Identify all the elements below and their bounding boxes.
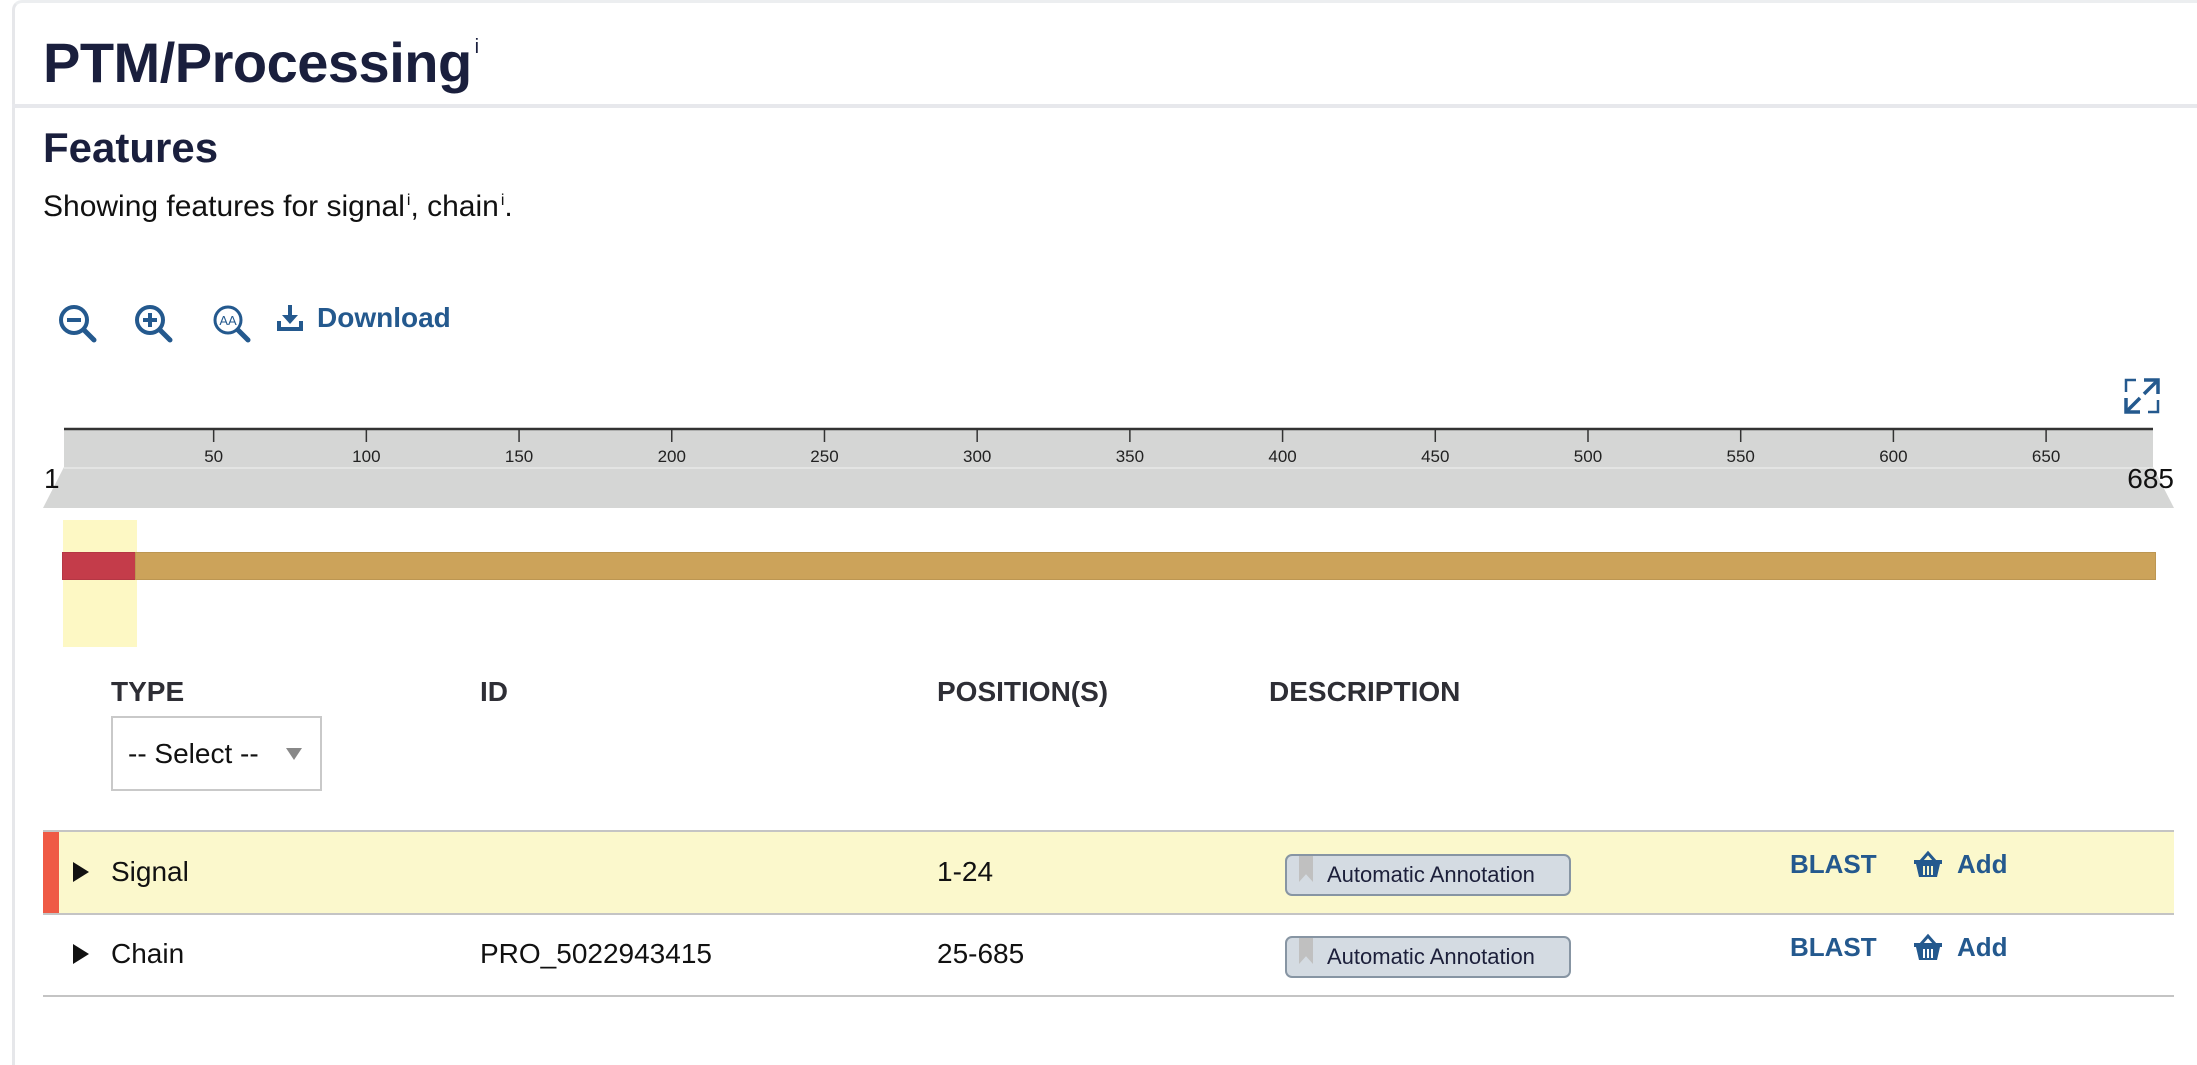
header-positions: POSITION(S): [937, 676, 1109, 707]
ruler-tick-label: 250: [810, 447, 838, 466]
basket-icon[interactable]: [1913, 850, 1943, 878]
feature-bar-chain[interactable]: [135, 552, 2156, 580]
ruler-tick-label: 150: [505, 447, 533, 466]
evidence-badge[interactable]: Automatic Annotation: [1285, 936, 1571, 978]
feature-link-chain[interactable]: chain: [427, 190, 499, 223]
table-row[interactable]: Chain PRO_5022943415 25-685 Automatic An…: [43, 915, 2174, 997]
zoom-sequence-icon[interactable]: AA: [210, 302, 254, 346]
fullscreen-icon[interactable]: [2122, 376, 2162, 416]
ruler-tick-label: 400: [1268, 447, 1296, 466]
ruler-tick-label: 550: [1727, 447, 1755, 466]
ruler-tick-label: 600: [1879, 447, 1907, 466]
feature-id: PRO_5022943415: [480, 938, 712, 969]
feature-positions: 1-24: [937, 856, 994, 887]
svg-text:AA: AA: [219, 313, 237, 328]
ruler-start-label: 1: [44, 463, 60, 494]
zoom-in-icon[interactable]: [132, 302, 176, 346]
add-to-basket-link[interactable]: Add: [1957, 849, 2008, 880]
header-description: DESCRIPTION: [1269, 676, 1461, 707]
ruler-tick-label: 350: [1116, 447, 1144, 466]
expand-row-icon[interactable]: [73, 862, 89, 882]
bookmark-icon: [1299, 856, 1313, 882]
header-id: ID: [480, 676, 508, 707]
zoom-window: [43, 467, 2174, 508]
bookmark-icon: [1299, 938, 1313, 964]
ruler-tick-label: 450: [1421, 447, 1449, 466]
table-row[interactable]: Signal 1-24 Automatic Annotation BLAST A…: [43, 830, 2174, 915]
ruler-tick-label: 200: [658, 447, 686, 466]
info-icon[interactable]: i: [475, 36, 479, 58]
divider: [12, 104, 2197, 108]
blast-link[interactable]: BLAST: [1790, 932, 1877, 963]
download-button[interactable]: Download: [275, 302, 451, 334]
type-filter-select[interactable]: -- Select --: [111, 716, 322, 791]
feature-bar-signal[interactable]: [62, 552, 138, 580]
features-description: Showing features for signal i, chain i.: [43, 190, 513, 223]
download-icon: [277, 305, 303, 331]
chevron-down-icon: [286, 748, 302, 760]
expand-row-icon[interactable]: [73, 944, 89, 964]
ruler-tick-label: 650: [2032, 447, 2060, 466]
info-icon[interactable]: i: [407, 192, 411, 209]
ruler-tick-label: 50: [204, 447, 223, 466]
row-highlight-marker: [43, 832, 59, 913]
ruler-tick-label: 500: [1574, 447, 1602, 466]
features-title: Features: [43, 124, 219, 171]
feature-type: Signal: [111, 856, 189, 887]
ruler-tick-label: 300: [963, 447, 991, 466]
header-type: TYPE: [111, 676, 185, 707]
ruler-tick-label: 100: [352, 447, 380, 466]
zoom-out-icon[interactable]: [56, 302, 100, 346]
sequence-ruler[interactable]: 50 100 150 200 250 300 350 400 450 500 550 600 650 1 6…: [0, 420, 2197, 520]
ruler-end-label: 685: [2127, 463, 2174, 494]
feature-positions: 25-685: [937, 938, 1025, 969]
evidence-badge[interactable]: Automatic Annotation: [1285, 854, 1571, 896]
info-icon[interactable]: i: [501, 192, 505, 209]
blast-link[interactable]: BLAST: [1790, 849, 1877, 880]
section-title: PTM/Processing i: [43, 31, 479, 94]
add-to-basket-link[interactable]: Add: [1957, 932, 2008, 963]
feature-type: Chain: [111, 938, 185, 969]
feature-link-signal[interactable]: signal: [327, 190, 405, 223]
feature-highlight: [63, 520, 138, 647]
basket-icon[interactable]: [1913, 933, 1943, 961]
